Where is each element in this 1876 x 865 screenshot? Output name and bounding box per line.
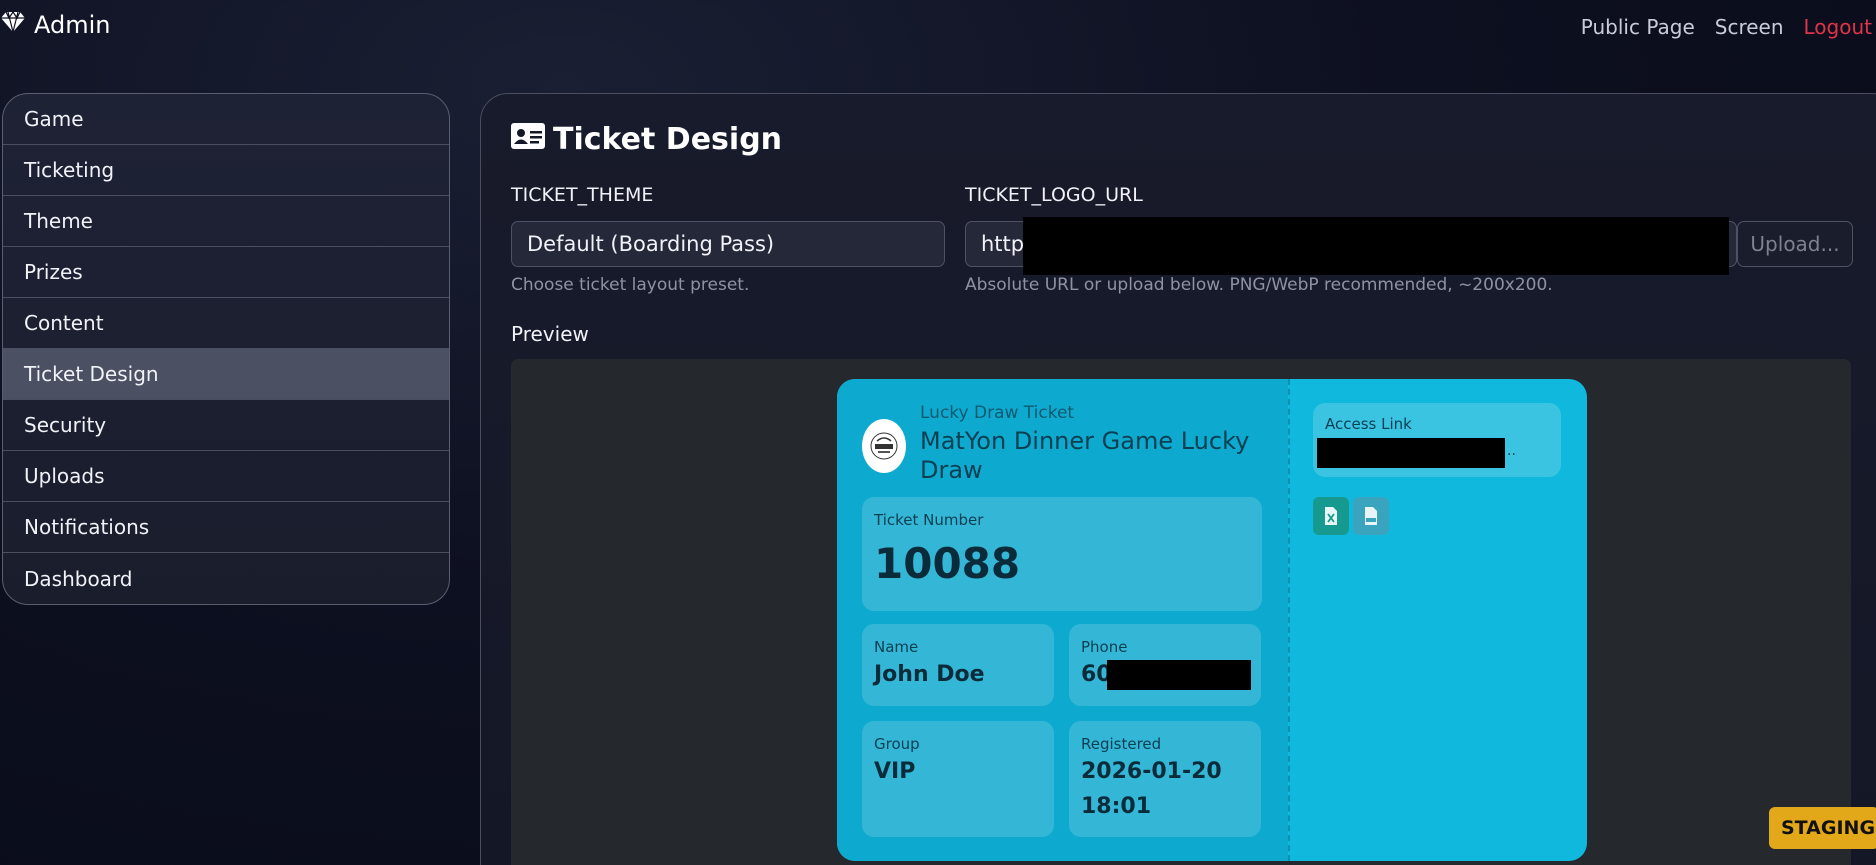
group-card: Group VIP	[862, 721, 1054, 837]
registered-time: 18:01	[1081, 794, 1152, 819]
ticket-kicker: Lucky Draw Ticket	[920, 403, 1075, 423]
registered-date: 2026-01-20	[1081, 759, 1222, 784]
public-page-link[interactable]: Public Page	[1581, 15, 1695, 39]
ticket-divider	[1288, 379, 1290, 861]
ticket-theme-value: Default (Boarding Pass)	[527, 232, 775, 256]
name-card: Name John Doe	[862, 624, 1054, 706]
registered-label: Registered	[1081, 735, 1162, 753]
sidebar-item-notifications[interactable]: Notifications	[3, 502, 449, 553]
upload-button[interactable]: Upload...	[1737, 221, 1853, 267]
group-value: VIP	[874, 759, 916, 784]
id-card-icon	[511, 122, 545, 157]
ticket-number-value: 10088	[874, 539, 1021, 588]
ticket-preview: Lucky Draw Ticket MatYon Dinner Game Luc…	[837, 379, 1587, 861]
page-title: Ticket Design	[511, 122, 782, 157]
sidebar-item-ticketing[interactable]: Ticketing	[3, 145, 449, 196]
access-link-ellipsis[interactable]: ..	[1507, 443, 1516, 459]
sidebar-item-uploads[interactable]: Uploads	[3, 451, 449, 502]
name-label: Name	[874, 638, 919, 656]
main-panel: Ticket Design TICKET_THEME Default (Boar…	[480, 93, 1876, 865]
top-nav: Public Page Screen Logout	[1581, 15, 1872, 39]
redacted-block	[1107, 660, 1251, 690]
group-label: Group	[874, 735, 920, 753]
sidebar-item-security[interactable]: Security	[3, 400, 449, 451]
access-link-card: Access Link ..	[1313, 403, 1561, 477]
logout-link[interactable]: Logout	[1804, 15, 1872, 39]
ticket-title: MatYon Dinner Game Lucky Draw	[920, 427, 1250, 484]
phone-label: Phone	[1081, 638, 1128, 656]
sidebar-item-theme[interactable]: Theme	[3, 196, 449, 247]
sidebar-item-content[interactable]: Content	[3, 298, 449, 349]
pdf-download-icon[interactable]	[1353, 497, 1389, 535]
ticket-number-label: Ticket Number	[874, 511, 984, 529]
screen-link[interactable]: Screen	[1715, 15, 1784, 39]
ticket-number-card: Ticket Number 10088	[862, 497, 1262, 611]
registered-card: Registered 2026-01-20 18:01	[1069, 721, 1261, 837]
phone-card: Phone 60	[1069, 624, 1261, 706]
ticket-logo-url-label: TICKET_LOGO_URL	[965, 184, 1143, 206]
gem-icon	[0, 10, 26, 40]
top-bar: Admin Public Page Screen Logout	[0, 0, 1876, 56]
sidebar-item-prizes[interactable]: Prizes	[3, 247, 449, 298]
name-value: John Doe	[874, 662, 985, 687]
ticket-logo-url-help: Absolute URL or upload below. PNG/WebP r…	[965, 275, 1553, 295]
redacted-block	[1023, 217, 1729, 275]
sidebar-item-dashboard[interactable]: Dashboard	[3, 553, 449, 604]
preview-area: Lucky Draw Ticket MatYon Dinner Game Luc…	[511, 359, 1851, 865]
staging-badge: STAGING	[1769, 807, 1876, 849]
brand-title: Admin	[34, 11, 111, 39]
access-link-label: Access Link	[1325, 415, 1412, 433]
ticket-logo-url-value: http	[981, 232, 1025, 256]
preview-label: Preview	[511, 322, 589, 346]
ticket-logo	[862, 419, 906, 473]
sidebar: Game Ticketing Theme Prizes Content Tick…	[2, 93, 450, 605]
ticket-theme-help: Choose ticket layout preset.	[511, 275, 750, 295]
ticket-theme-select[interactable]: Default (Boarding Pass)	[511, 221, 945, 267]
page-title-text: Ticket Design	[553, 122, 783, 157]
redacted-block	[1317, 438, 1505, 468]
ticket-theme-label: TICKET_THEME	[511, 184, 654, 206]
sidebar-item-ticket-design[interactable]: Ticket Design	[3, 349, 449, 400]
brand[interactable]: Admin	[0, 10, 111, 40]
excel-download-icon[interactable]	[1313, 497, 1349, 535]
sidebar-item-game[interactable]: Game	[3, 94, 449, 145]
